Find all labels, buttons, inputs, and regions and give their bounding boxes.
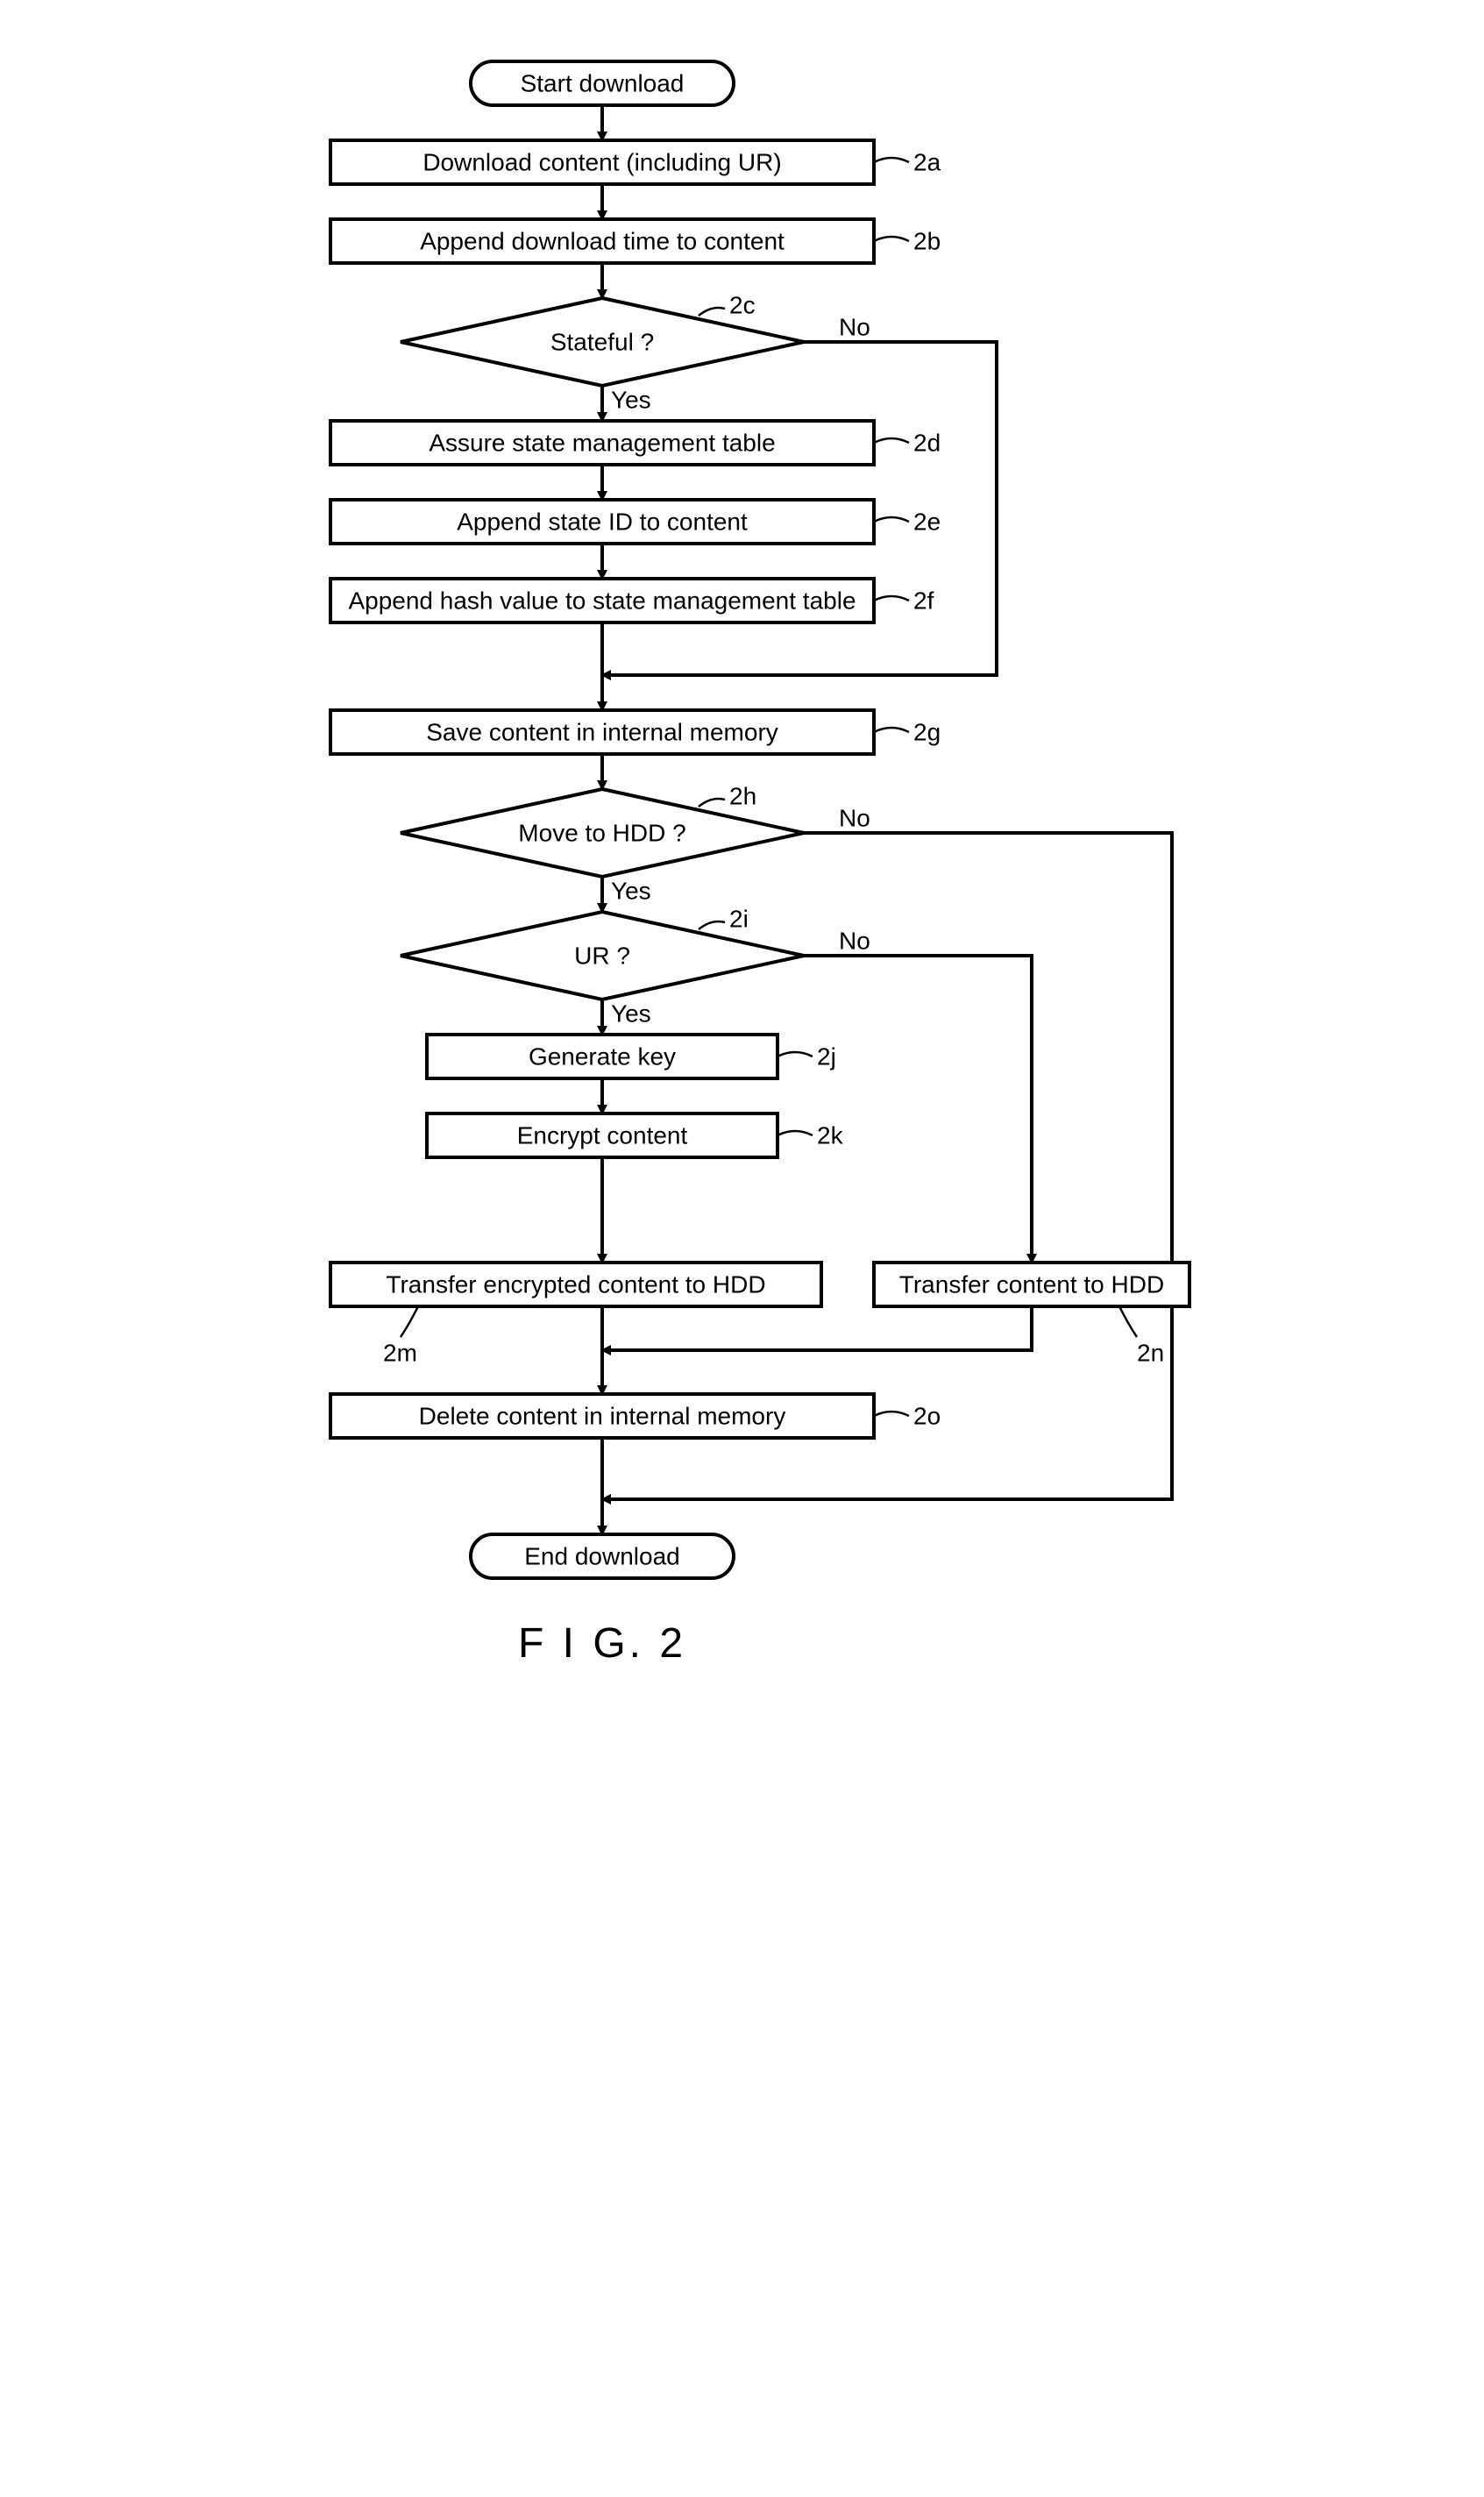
- decision-2i-text: UR ?: [574, 942, 630, 969]
- leader: [874, 517, 909, 522]
- label-2h: 2h: [729, 782, 756, 809]
- label-2k: 2k: [817, 1121, 844, 1149]
- figure-caption: F I G. 2: [517, 1620, 685, 1667]
- process-2o-text: Delete content in internal memory: [418, 1402, 785, 1429]
- leader: [874, 728, 909, 732]
- flow-arrow: [804, 956, 1032, 1263]
- leader: [778, 1131, 813, 1135]
- leader: [699, 799, 725, 807]
- leader: [874, 438, 909, 443]
- decision-2c-text: Stateful ?: [550, 328, 653, 355]
- process-2k-text: Encrypt content: [516, 1121, 687, 1149]
- process-2f-text: Append hash value to state management ta…: [348, 587, 856, 614]
- process-2a-text: Download content (including UR): [422, 148, 781, 175]
- leader: [874, 1412, 909, 1416]
- process-2j-text: Generate key: [528, 1042, 675, 1070]
- branch-yes: Yes: [611, 877, 651, 904]
- label-2m: 2m: [383, 1339, 417, 1366]
- flowchart-svg: Start download Download content (includi…: [260, 26, 1225, 1692]
- branch-yes: Yes: [611, 386, 651, 413]
- leader: [699, 308, 725, 316]
- terminal-start-text: Start download: [520, 69, 684, 96]
- process-2n-text: Transfer content to HDD: [898, 1270, 1163, 1298]
- label-2j: 2j: [817, 1042, 836, 1070]
- leader: [1119, 1306, 1137, 1337]
- label-2g: 2g: [913, 718, 941, 745]
- process-2e-text: Append state ID to content: [457, 508, 748, 535]
- label-2e: 2e: [913, 508, 941, 535]
- process-2d-text: Assure state management table: [429, 429, 775, 456]
- label-2a: 2a: [913, 148, 941, 175]
- leader: [699, 921, 725, 929]
- label-2n: 2n: [1137, 1339, 1164, 1366]
- flow-arrow: [602, 1306, 1032, 1350]
- label-2o: 2o: [913, 1402, 941, 1429]
- process-2b-text: Append download time to content: [420, 227, 785, 254]
- label-2d: 2d: [913, 429, 941, 456]
- label-2c: 2c: [729, 291, 756, 318]
- leader: [874, 596, 909, 601]
- leader: [778, 1052, 813, 1056]
- process-2g-text: Save content in internal memory: [426, 718, 778, 745]
- branch-no: No: [839, 927, 870, 954]
- decision-2h-text: Move to HDD ?: [518, 819, 685, 846]
- leader: [874, 237, 909, 241]
- leader: [401, 1306, 418, 1337]
- branch-yes: Yes: [611, 1000, 651, 1027]
- label-2f: 2f: [913, 587, 934, 614]
- leader: [874, 158, 909, 162]
- terminal-end-text: End download: [524, 1542, 679, 1569]
- label-2i: 2i: [729, 905, 749, 932]
- branch-no: No: [839, 313, 870, 340]
- branch-no: No: [839, 804, 870, 831]
- process-2m-text: Transfer encrypted content to HDD: [386, 1270, 765, 1298]
- label-2b: 2b: [913, 227, 941, 254]
